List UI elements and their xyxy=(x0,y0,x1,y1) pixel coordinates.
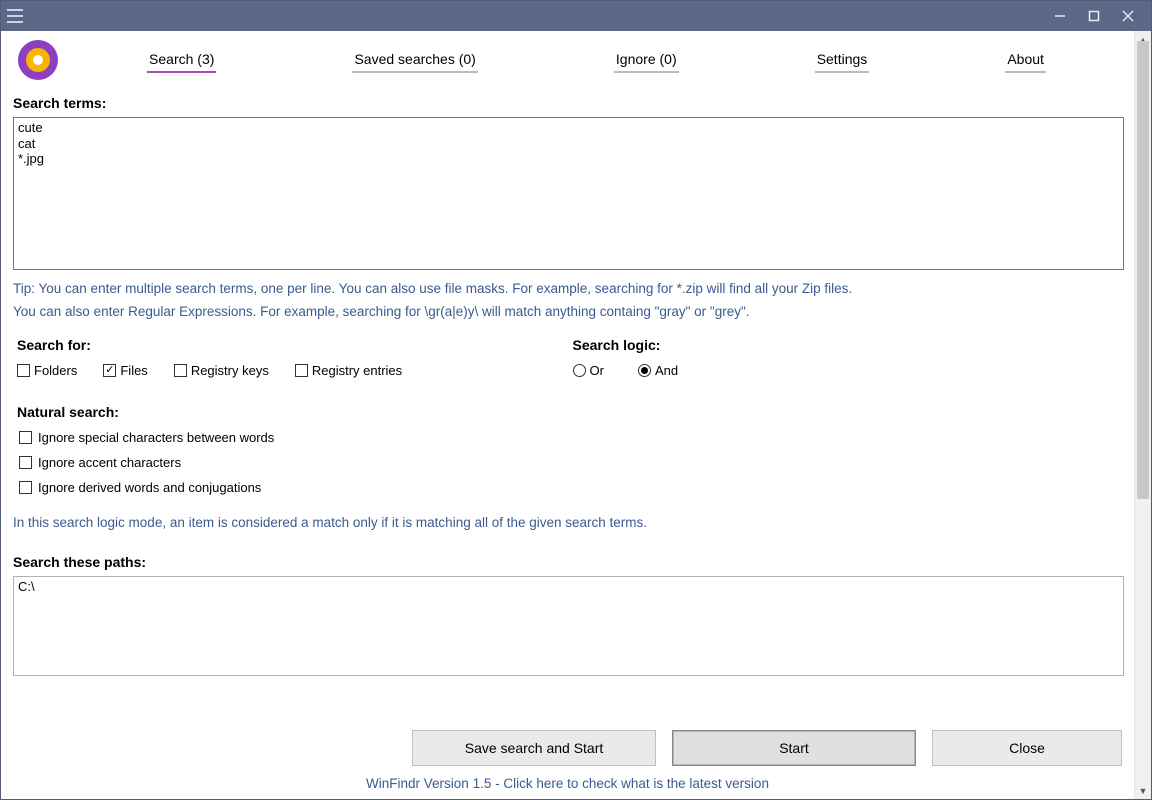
radio-and[interactable]: And xyxy=(638,363,678,378)
tip-text-2: You can also enter Regular Expressions. … xyxy=(13,304,1124,319)
check-files-label: Files xyxy=(120,363,147,378)
tab-ignore[interactable]: Ignore (0) xyxy=(614,47,679,73)
checkbox-icon xyxy=(295,364,308,377)
check-regkeys-label: Registry keys xyxy=(191,363,269,378)
save-search-and-start-button[interactable]: Save search and Start xyxy=(412,730,656,766)
body-area: Search terms: Tip: You can enter multipl… xyxy=(1,89,1134,720)
search-paths-label: Search these paths: xyxy=(13,554,1124,570)
check-files[interactable]: Files xyxy=(103,363,147,378)
check-ignore-accent[interactable]: Ignore accent characters xyxy=(19,455,1124,470)
search-paths-input[interactable] xyxy=(13,576,1124,676)
radio-or[interactable]: Or xyxy=(573,363,604,378)
tab-search[interactable]: Search (3) xyxy=(147,47,216,73)
check-folders-label: Folders xyxy=(34,363,77,378)
minimize-button[interactable] xyxy=(1043,5,1077,27)
titlebar xyxy=(1,1,1151,31)
search-terms-label: Search terms: xyxy=(13,95,1124,111)
scroll-down-icon[interactable]: ▼ xyxy=(1135,782,1151,799)
radio-icon xyxy=(638,364,651,377)
search-terms-input[interactable] xyxy=(13,117,1124,270)
radio-or-label: Or xyxy=(590,363,604,378)
check-ignore-special-label: Ignore special characters between words xyxy=(38,430,274,445)
check-registry-entries[interactable]: Registry entries xyxy=(295,363,402,378)
tab-bar: Search (3) Saved searches (0) Ignore (0)… xyxy=(1,31,1134,89)
window-frame: Search (3) Saved searches (0) Ignore (0)… xyxy=(0,0,1152,800)
check-regentries-label: Registry entries xyxy=(312,363,402,378)
check-folders[interactable]: Folders xyxy=(17,363,77,378)
check-ignore-derived-label: Ignore derived words and conjugations xyxy=(38,480,261,495)
tab-saved-searches[interactable]: Saved searches (0) xyxy=(352,47,477,73)
checkbox-icon xyxy=(19,481,32,494)
hamburger-icon[interactable] xyxy=(7,9,23,23)
app-logo-icon xyxy=(17,39,59,81)
start-button[interactable]: Start xyxy=(672,730,916,766)
check-ignore-accent-label: Ignore accent characters xyxy=(38,455,181,470)
tab-about[interactable]: About xyxy=(1005,47,1046,73)
close-button[interactable]: Close xyxy=(932,730,1122,766)
check-ignore-special[interactable]: Ignore special characters between words xyxy=(19,430,1124,445)
vertical-scrollbar[interactable]: ▲ ▼ xyxy=(1134,31,1151,799)
tab-settings[interactable]: Settings xyxy=(815,47,870,73)
search-for-label: Search for: xyxy=(17,337,569,353)
checkbox-icon xyxy=(174,364,187,377)
version-check-link[interactable]: WinFindr Version 1.5 - Click here to che… xyxy=(1,772,1134,799)
checkbox-icon xyxy=(19,431,32,444)
maximize-button[interactable] xyxy=(1077,5,1111,27)
checkbox-icon xyxy=(103,364,116,377)
check-registry-keys[interactable]: Registry keys xyxy=(174,363,269,378)
footer: Save search and Start Start Close WinFin… xyxy=(1,720,1134,799)
checkbox-icon xyxy=(19,456,32,469)
tip-text-1: Tip: You can enter multiple search terms… xyxy=(13,281,1124,296)
logic-explanation: In this search logic mode, an item is co… xyxy=(13,515,1124,530)
radio-icon xyxy=(573,364,586,377)
checkbox-icon xyxy=(17,364,30,377)
radio-and-label: And xyxy=(655,363,678,378)
check-ignore-derived[interactable]: Ignore derived words and conjugations xyxy=(19,480,1124,495)
scrollbar-thumb[interactable] xyxy=(1137,41,1149,499)
natural-search-label: Natural search: xyxy=(17,404,1124,420)
close-window-button[interactable] xyxy=(1111,5,1145,27)
search-logic-label: Search logic: xyxy=(573,337,1125,353)
